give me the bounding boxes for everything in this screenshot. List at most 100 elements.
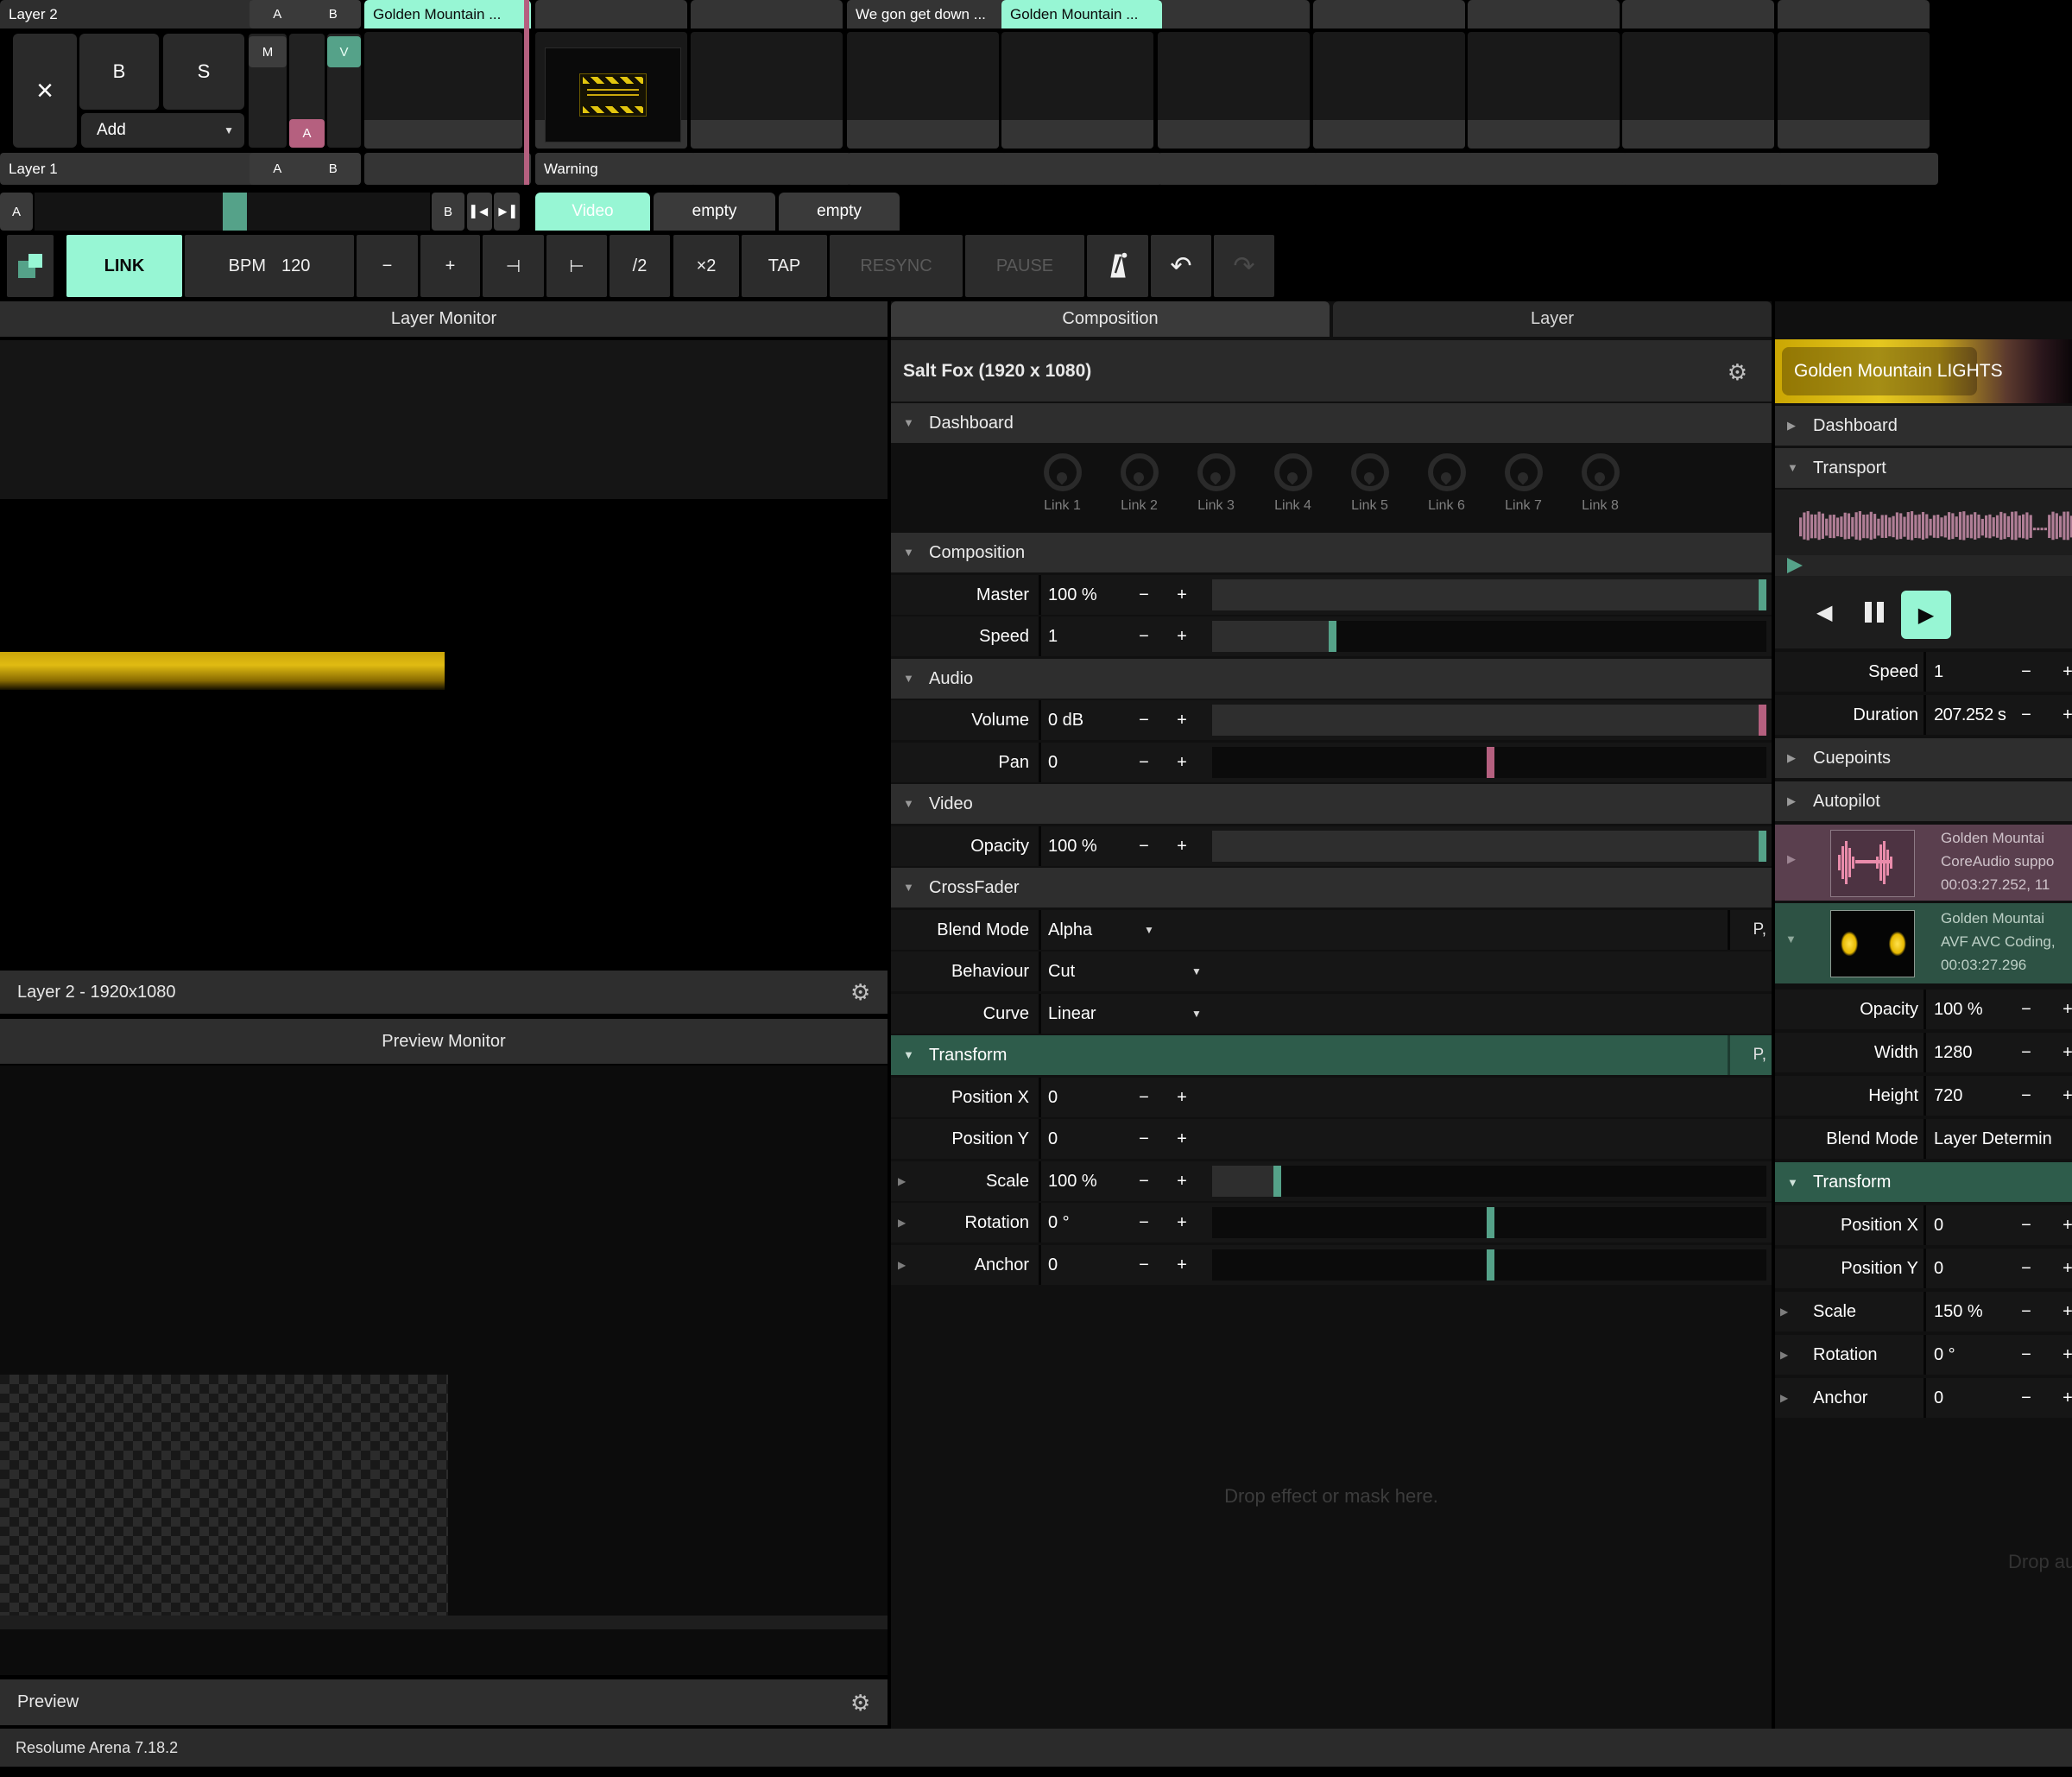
metronome-button[interactable] — [1087, 235, 1148, 297]
increment-button[interactable]: + — [2056, 1076, 2072, 1116]
video-fader-thumb[interactable]: V — [327, 36, 361, 67]
clip-slot-label[interactable] — [1158, 153, 1318, 185]
speed-slider[interactable] — [1212, 621, 1766, 652]
decrement-button[interactable]: − — [2015, 1205, 2037, 1245]
link-button[interactable]: LINK — [66, 235, 182, 297]
increment-button[interactable]: + — [1169, 743, 1195, 782]
section-transform[interactable]: ▼ Transform P, — [891, 1035, 1772, 1075]
curve-dropdown[interactable]: Linear — [1048, 994, 1096, 1034]
blend-mode-dropdown[interactable]: Alpha — [1048, 910, 1092, 950]
redo-button[interactable]: ↷ — [1214, 235, 1274, 297]
layer-bypass-button[interactable]: B — [79, 34, 159, 110]
column-tab-empty-2[interactable]: empty — [779, 193, 900, 231]
clip-header-golden-mountain-2[interactable]: Golden Mountain ... — [1001, 0, 1162, 28]
param-value[interactable]: 150 % — [1934, 1292, 1983, 1331]
chevron-down-icon[interactable]: ▼ — [1144, 910, 1154, 950]
clip-slot-label[interactable] — [847, 153, 1008, 185]
bpm-display[interactable]: BPM 120 — [185, 235, 354, 297]
bpm-value[interactable]: 120 — [281, 256, 310, 276]
playhead-marker[interactable] — [1787, 558, 1803, 573]
param-value[interactable]: 0 dB — [1048, 700, 1083, 740]
decrement-button[interactable]: − — [1131, 1161, 1157, 1201]
section-dashboard[interactable]: ▼ Dashboard — [891, 403, 1772, 443]
increment-button[interactable]: + — [1169, 575, 1195, 615]
opacity-slider[interactable] — [1212, 831, 1766, 862]
volume-slider[interactable] — [1212, 705, 1766, 736]
decrement-button[interactable]: − — [1131, 1078, 1157, 1117]
increment-button[interactable]: + — [1169, 1161, 1195, 1201]
section-composition[interactable]: ▼ Composition — [891, 533, 1772, 572]
param-value[interactable]: 0 — [1048, 743, 1058, 782]
dashboard-knob[interactable]: Link 7 — [1505, 453, 1543, 531]
clip-slot-header[interactable] — [1313, 0, 1465, 28]
layer-info-bar[interactable]: Layer 2 - 1920x1080 — [0, 971, 888, 1014]
pause-button[interactable]: PAUSE — [965, 235, 1084, 297]
layer1-ab-toggle[interactable]: A B — [250, 153, 361, 185]
increment-button[interactable]: + — [2056, 1335, 2072, 1375]
clip-slot[interactable] — [364, 32, 522, 149]
clip-slot-label[interactable] — [1778, 153, 1938, 185]
clip-slot-label[interactable] — [364, 153, 531, 185]
clip-section-autopilot[interactable]: ▶ Autopilot — [1775, 781, 2072, 821]
layer-monitor-gear-icon[interactable]: ⚙ — [850, 979, 870, 1006]
increment-button[interactable]: + — [2056, 1292, 2072, 1331]
increment-button[interactable]: + — [1169, 1203, 1195, 1243]
decrement-button[interactable]: − — [1131, 700, 1157, 740]
section-video[interactable]: ▼ Video — [891, 784, 1772, 824]
clip-slot-header[interactable] — [1622, 0, 1774, 28]
decrement-button[interactable]: − — [2015, 1033, 2037, 1072]
param-value[interactable]: 100 % — [1934, 990, 1983, 1029]
decrement-button[interactable]: − — [2015, 1378, 2037, 1418]
dashboard-knob[interactable]: Link 2 — [1121, 453, 1159, 531]
blend-mode-dropdown[interactable]: Layer Determin — [1934, 1119, 2052, 1159]
warning-clip-thumbnail[interactable] — [545, 47, 681, 142]
section-crossfader[interactable]: ▼ CrossFader — [891, 868, 1772, 907]
chevron-down-icon[interactable]: ▼ — [1191, 952, 1202, 991]
increment-button[interactable]: + — [2056, 1378, 2072, 1418]
clip-slot-label[interactable] — [1001, 153, 1162, 185]
clip-slot[interactable] — [1001, 32, 1153, 149]
increment-button[interactable]: + — [2056, 652, 2072, 692]
clip-slot-header[interactable] — [1158, 0, 1310, 28]
param-value[interactable]: 100 % — [1048, 1161, 1097, 1201]
increment-button[interactable]: + — [2056, 1249, 2072, 1288]
param-value[interactable]: 100 % — [1048, 826, 1097, 866]
triangle-right-icon[interactable]: ▶ — [1780, 1335, 1788, 1375]
param-value[interactable]: 0 — [1934, 1249, 1943, 1288]
triangle-right-icon[interactable]: ▶ — [1780, 1292, 1788, 1331]
increment-button[interactable]: + — [1169, 700, 1195, 740]
triangle-right-icon[interactable]: ▶ — [1780, 1378, 1788, 1418]
tap-button[interactable]: TAP — [742, 235, 827, 297]
audio-fader-thumb[interactable]: A — [289, 119, 325, 148]
clip-slot-label[interactable] — [1622, 153, 1783, 185]
decrement-button[interactable]: − — [2015, 652, 2037, 692]
param-value[interactable]: 720 — [1934, 1076, 1962, 1116]
decrement-button[interactable]: − — [1131, 1245, 1157, 1285]
deck-b-label[interactable]: B — [329, 7, 338, 22]
bpm-decrease-button[interactable]: − — [357, 235, 418, 297]
param-value[interactable]: 0 — [1048, 1245, 1058, 1285]
play-backwards-button[interactable]: ◀ — [1816, 600, 1832, 625]
param-value[interactable]: 100 % — [1048, 575, 1097, 615]
clip-slot-header[interactable] — [691, 0, 843, 28]
clip-video-file-row[interactable]: ▼ Golden Mountai AVF AVC Coding, 00:03:2… — [1775, 903, 2072, 983]
dashboard-knob[interactable]: Link 3 — [1197, 453, 1235, 531]
column-tab-empty-1[interactable]: empty — [654, 193, 775, 231]
param-value[interactable]: 0 ° — [1934, 1335, 1955, 1375]
dashboard-knob[interactable]: Link 5 — [1351, 453, 1389, 531]
rotation-slider[interactable] — [1212, 1207, 1766, 1238]
increment-button[interactable]: + — [2056, 1205, 2072, 1245]
crossfader-a[interactable]: A — [0, 193, 33, 231]
param-animation-badge[interactable]: P, — [1753, 1035, 1766, 1075]
clip-slot-header[interactable] — [535, 0, 687, 28]
behaviour-dropdown[interactable]: Cut — [1048, 952, 1075, 991]
increment-button[interactable]: + — [1169, 1245, 1195, 1285]
param-value[interactable]: 0 — [1934, 1205, 1943, 1245]
undo-button[interactable]: ↶ — [1151, 235, 1211, 297]
param-value[interactable]: 0 — [1934, 1378, 1943, 1418]
crossfader-thumb[interactable] — [223, 193, 247, 231]
param-value[interactable]: 1 — [1048, 617, 1058, 656]
ableton-link-cell[interactable] — [7, 235, 54, 297]
increment-button[interactable]: + — [2056, 990, 2072, 1029]
decrement-button[interactable]: − — [2015, 1292, 2037, 1331]
